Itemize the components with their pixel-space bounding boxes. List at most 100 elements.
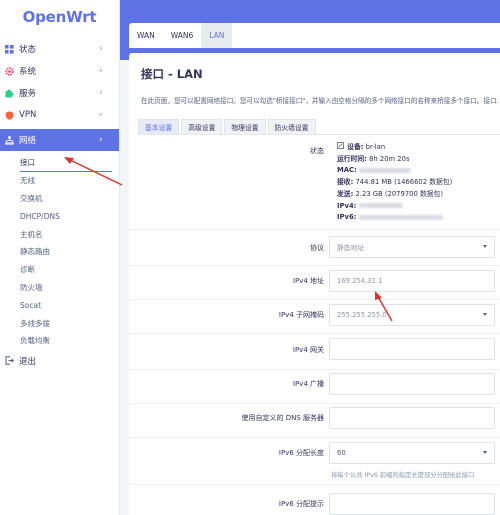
ipv6-value-redacted [358,214,443,220]
status-mac-row: MAC: [337,165,452,177]
sidebar-item-services[interactable]: 服务 › [0,82,119,104]
sidebar-menu: 状态 › 系统 › 服务 › VPN › 网络 › 接口 无线 交换机 DHCP… [0,38,119,372]
custom-dns-input[interactable] [329,407,495,429]
device-icon [337,142,345,154]
row-divider [129,265,500,266]
status-label: 状态 [310,147,324,155]
status-tx-row: 发送: 2.23 GB (2079700 数据包) [337,189,452,201]
submenu-item-diagnostics[interactable]: 诊断 [20,261,119,279]
puzzle-icon [4,88,14,98]
ipv4-label: IPv4: [337,201,357,210]
chevron-right-icon: › [99,88,103,98]
tx-label: 发送: [337,189,354,198]
ipv6-length-value: 60 [337,449,346,457]
page-description: 在此页面，您可以配置网络接口。您可以勾选"桥接接口"，并输入由空格分隔的多个网络… [141,97,499,105]
tab-wan[interactable]: WAN [129,23,163,48]
row-divider [129,403,500,404]
status-ipv6-row: IPv6: [337,212,452,224]
row-divider [129,369,500,370]
submenu-item-load-balance[interactable]: 负载均衡 [20,332,119,350]
ipv4-gateway-label: IPv4 网关 [292,346,324,354]
ipv4-netmask-select[interactable]: 255.255.255.0 [329,304,495,326]
tab-wan6[interactable]: WAN6 [163,23,202,48]
sidebar-item-logout[interactable]: 退出 [0,350,119,372]
ipv4-value-redacted [358,203,403,209]
shield-icon [4,110,14,120]
uptime-value: 8h 20m 20s [369,154,410,163]
row-divider [129,333,500,334]
submenu-item-dhcp-dns[interactable]: DHCP/DNS [20,207,119,225]
brand-logo[interactable]: OpenWrt [0,0,119,34]
sidebar-item-status[interactable]: 状态 › [0,38,119,60]
main-card: 接口 - LAN 在此页面，您可以配置网络接口。您可以勾选"桥接接口"，并输入由… [129,53,500,515]
tab-lan[interactable]: LAN [201,23,233,48]
uptime-label: 运行时间: [337,154,367,163]
sidebar-item-label: 状态 [19,45,37,55]
submenu-item-firewall[interactable]: 防火墙 [20,279,119,297]
network-submenu: 接口 无线 交换机 DHCP/DNS 主机名 静态路由 诊断 防火墙 Socat… [0,154,119,350]
submenu-item-static-routes[interactable]: 静态路由 [20,243,119,261]
network-icon [4,135,14,145]
rx-label: 接收: [337,178,354,187]
chevron-right-icon: › [99,66,103,76]
mac-label: MAC: [337,166,357,175]
mac-value-redacted [358,167,411,173]
sidebar-item-system[interactable]: 系统 › [0,60,119,82]
subtab-advanced[interactable]: 高级设置 [181,119,223,134]
submenu-item-wireless[interactable]: 无线 [20,172,119,190]
subtab-firewall[interactable]: 防火墙设置 [267,119,316,134]
caret-down-icon [483,313,487,316]
row-divider [129,229,500,230]
ipv6-hint-label: IPv6 分配提示 [278,500,324,508]
sidebar-item-label: 系统 [19,67,37,77]
ipv4-gateway-input[interactable] [329,338,495,360]
row-divider [129,484,500,485]
ipv4-broadcast-label: IPv4 广播 [292,380,324,388]
ipv4-netmask-value: 255.255.255.0 [337,311,387,319]
device-label: 设备: [347,143,364,151]
ipv4-broadcast-input[interactable] [329,373,495,395]
grid-icon [4,44,14,54]
status-block: 设备: br-lan 运行时间: 8h 20m 20s MAC: 接收: 744… [337,142,452,224]
ipv4-address-label: IPv4 地址 [292,277,324,285]
ipv6-length-select[interactable]: 60 [329,442,495,464]
sidebar-item-network[interactable]: 网络 › [0,129,119,151]
protocol-label: 协议 [310,244,324,252]
status-rx-row: 接收: 744.81 MB (1466602 数据包) [337,177,452,189]
submenu-item-socat[interactable]: Socat [20,296,119,314]
ipv4-address-value: 169.254.31.1 [337,277,383,285]
ipv6-length-label: IPv6 分配长度 [278,449,324,457]
row-divider [129,437,500,438]
interface-tabs: WAN WAN6 LAN [129,23,500,48]
custom-dns-label: 使用自定义的 DNS 服务器 [241,414,324,422]
protocol-select[interactable]: 静态地址 [329,236,495,258]
page-title: 接口 - LAN [141,67,203,81]
gear-icon [4,66,14,76]
logout-icon [4,356,14,366]
status-device-row: 设备: br-lan [337,142,452,154]
sidebar: OpenWrt 状态 › 系统 › 服务 › VPN › 网络 › 接口 无线 … [0,0,120,515]
rx-value: 744.81 MB (1466602 数据包) [355,178,453,187]
chevron-right-icon: › [99,135,103,145]
sidebar-item-vpn[interactable]: VPN › [0,104,119,126]
chevron-right-icon: › [99,110,103,120]
subtab-basic[interactable]: 基本设置 [138,119,180,134]
submenu-item-switch[interactable]: 交换机 [20,190,119,208]
settings-subtabs: 基本设置 高级设置 物理设置 防火墙设置 [138,119,500,135]
ipv6-length-hint: 将每个公共 IPv6 前缀的指定长度部分分配给此接口 [331,472,475,479]
sidebar-item-label: 网络 [19,136,37,146]
caret-down-icon [483,451,487,454]
submenu-item-multiwan[interactable]: 多线多拨 [20,314,119,332]
ipv4-address-input[interactable]: 169.254.31.1 [329,270,495,292]
subtab-physical[interactable]: 物理设置 [224,119,266,134]
submenu-item-interfaces[interactable]: 接口 [20,154,112,172]
sidebar-item-label: 服务 [19,89,37,99]
caret-down-icon [483,245,487,248]
status-ipv4-row: IPv4: [337,201,452,213]
status-uptime-row: 运行时间: 8h 20m 20s [337,154,452,166]
submenu-item-hostnames[interactable]: 主机名 [20,225,119,243]
sidebar-item-label: 退出 [19,356,37,367]
chevron-right-icon: › [99,44,103,54]
tx-value: 2.23 GB (2079700 数据包) [355,189,443,198]
ipv6-hint-input[interactable] [329,493,495,515]
